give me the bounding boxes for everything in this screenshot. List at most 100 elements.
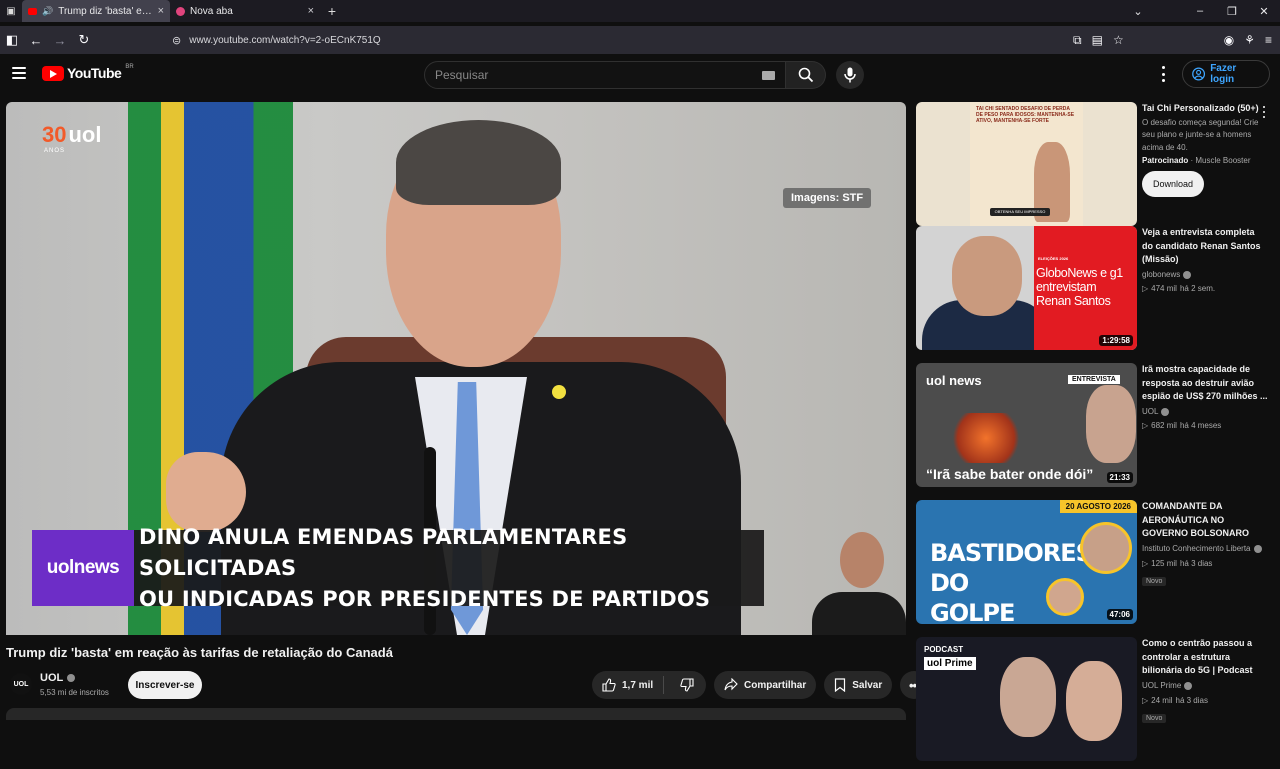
logo-wordmark: uol [68,122,102,147]
pip-icon[interactable]: ⧉ [1073,33,1082,48]
new-tab-button[interactable]: + [320,3,344,19]
view-count: 125 mil [1151,558,1177,568]
video-channel[interactable]: Instituto Conhecimento Liberta [1142,543,1268,556]
video-title[interactable]: Irã mostra capacidade de resposta ao des… [1142,363,1268,404]
minimize-icon[interactable]: – [1184,5,1216,17]
save-label: Salvar [852,679,883,691]
like-button[interactable]: 1,7 mil [592,676,665,694]
upload-age: há 3 dias [1179,558,1213,568]
verified-icon [1253,545,1262,554]
thumb-date: 20 AGOSTO 2026 [1059,500,1137,513]
close-tab-icon[interactable]: × [308,5,314,17]
browser-tab-youtube[interactable]: 🔊 Trump diz 'basta' em reação × [22,0,170,22]
channel-name: UOL [40,672,64,684]
channel-avatar[interactable]: UOL [10,673,32,695]
share-label: Compartilhar [744,679,807,691]
channel-name-wrap[interactable]: UOL [40,672,76,684]
video-card[interactable]: ELEIÇÕES 2026 GloboNews e g1 entrevistam… [916,226,1274,358]
login-button[interactable]: Fazer login [1182,60,1270,88]
tab-title: Trump diz 'basta' em reação [58,5,152,17]
video-thumbnail[interactable]: uol news ENTREVISTA “Irã sabe bater onde… [916,363,1137,487]
account-icon[interactable]: ◉ [1224,33,1234,47]
reload-icon[interactable]: ↻ [72,32,96,48]
browser-nav-bar: ◧ ← → ↻ ⊜ www.youtube.com/watch?v=2-oECn… [0,26,1280,54]
login-label: Fazer login [1210,63,1237,85]
youtube-favicon-icon [28,7,37,15]
ad-title[interactable]: Tai Chi Personalizado (50+) [1142,102,1268,116]
thumbs-down-icon [680,678,694,692]
ad-card[interactable]: TAI CHI SENTADO DESAFIO DE PERDA DE PESO… [916,102,1274,234]
video-thumbnail[interactable]: ELEIÇÕES 2026 GloboNews e g1 entrevistam… [916,226,1137,350]
browser-tab-bar: ▣ 🔊 Trump diz 'basta' em reação × Nova a… [0,0,1280,22]
site-info-icon[interactable]: ⊜ [172,34,181,47]
video-stats: ▷ 682 mil há 4 meses [1142,420,1268,433]
forward-icon[interactable]: → [48,33,72,48]
audio-playing-icon[interactable]: 🔊 [42,6,53,17]
video-card[interactable]: BASTIDORES DO GOLPE 20 AGOSTO 2026 47:06… [916,500,1274,632]
search-input[interactable]: Pesquisar [424,61,786,89]
thumb-text: BASTIDORES DO GOLPE [930,539,1093,624]
description-box[interactable] [6,708,906,720]
close-tab-icon[interactable]: × [158,5,164,17]
video-title[interactable]: Veja a entrevista completa do candidato … [1142,226,1268,267]
youtube-header: YouTube BR Pesquisar Fazer login [0,56,1280,94]
browser-tab-new[interactable]: Nova aba × [170,0,320,22]
video-title[interactable]: COMANDANTE DA AERONÁUTICA NO GOVERNO BOL… [1142,500,1268,541]
keyboard-icon[interactable] [762,70,775,80]
share-button[interactable]: Compartilhar [714,671,817,699]
video-title[interactable]: Como o centrão passou a controlar a estr… [1142,637,1268,678]
tab-title: Nova aba [190,5,233,17]
hamburger-menu-icon[interactable] [12,67,26,79]
video-channel[interactable]: UOL Prime [1142,680,1268,693]
settings-kebab-icon[interactable] [1158,66,1168,82]
reader-view-icon[interactable]: ▤ [1092,33,1103,47]
video-channel[interactable]: UOL [1142,406,1268,419]
ad-download-button[interactable]: Download [1142,171,1204,197]
save-button[interactable]: Salvar [824,671,893,699]
verified-icon [1184,682,1193,691]
region-code: BR [125,64,134,70]
subscribe-button[interactable]: Inscrever-se [128,671,202,699]
bookmark-star-icon[interactable]: ☆ [1113,33,1124,47]
video-thumbnail[interactable]: BASTIDORES DO GOLPE 20 AGOSTO 2026 47:06 [916,500,1137,624]
youtube-logo[interactable]: YouTube BR [42,64,134,81]
video-stats: ▷ 24 mil há 3 dias [1142,695,1268,708]
tab-list-icon[interactable]: ▣ [0,6,22,17]
list-all-tabs-icon[interactable]: ⌄ [1122,5,1154,18]
dislike-button[interactable] [670,678,704,692]
video-card[interactable]: PODCAST uol Prime Como o centrão passou … [916,637,1274,769]
logo-number: 30 [42,122,67,147]
video-channel[interactable]: globonews [1142,269,1268,282]
advertiser-name: Muscle Booster [1195,156,1251,165]
image-credit: Imagens: STF [783,188,872,208]
video-player[interactable]: 30 uol ANOS Imagens: STF uolnews DINO AN… [6,102,906,635]
search-button[interactable] [786,61,826,89]
restore-icon[interactable]: ❐ [1216,5,1248,18]
voice-search-button[interactable] [836,61,864,89]
video-duration: 21:33 [1106,472,1133,483]
video-card[interactable]: uol news ENTREVISTA “Irã sabe bater onde… [916,363,1274,495]
ad-sponsor-line: Patrocinado · Muscle Booster [1142,156,1251,165]
thumb-tag: ENTREVISTA [1068,375,1120,384]
sidebar-toggle-icon[interactable]: ◧ [0,32,24,48]
thumbs-up-icon [602,678,616,692]
lapel-pin [552,385,566,399]
user-circle-icon [1192,67,1206,81]
new-badge: Novo [1142,714,1167,723]
channel-name: Instituto Conhecimento Liberta [1142,544,1251,553]
video-thumbnail[interactable]: PODCAST uol Prime [916,637,1137,761]
sign-language-interpreter [812,528,906,635]
microphone-icon [844,67,856,83]
url-bar[interactable]: ⊜ www.youtube.com/watch?v=2-oECnK751Q [172,28,1052,52]
video-info: COMANDANTE DA AERONÁUTICA NO GOVERNO BOL… [1142,500,1268,588]
ad-thumbnail[interactable]: TAI CHI SENTADO DESAFIO DE PERDA DE PESO… [916,102,1137,226]
upload-age: há 4 meses [1179,421,1222,430]
extensions-icon[interactable]: ⚘ [1244,33,1255,47]
back-icon[interactable]: ← [24,33,48,48]
verified-icon [67,674,76,682]
app-menu-icon[interactable]: ≡ [1265,33,1272,47]
ad-menu-icon[interactable] [1261,106,1267,118]
lower-third-banner: uolnews DINO ANULA EMENDAS PARLAMENTARES… [32,525,764,611]
ad-info: Tai Chi Personalizado (50+) O desafio co… [1142,102,1268,197]
close-window-icon[interactable]: ✕ [1248,5,1280,18]
